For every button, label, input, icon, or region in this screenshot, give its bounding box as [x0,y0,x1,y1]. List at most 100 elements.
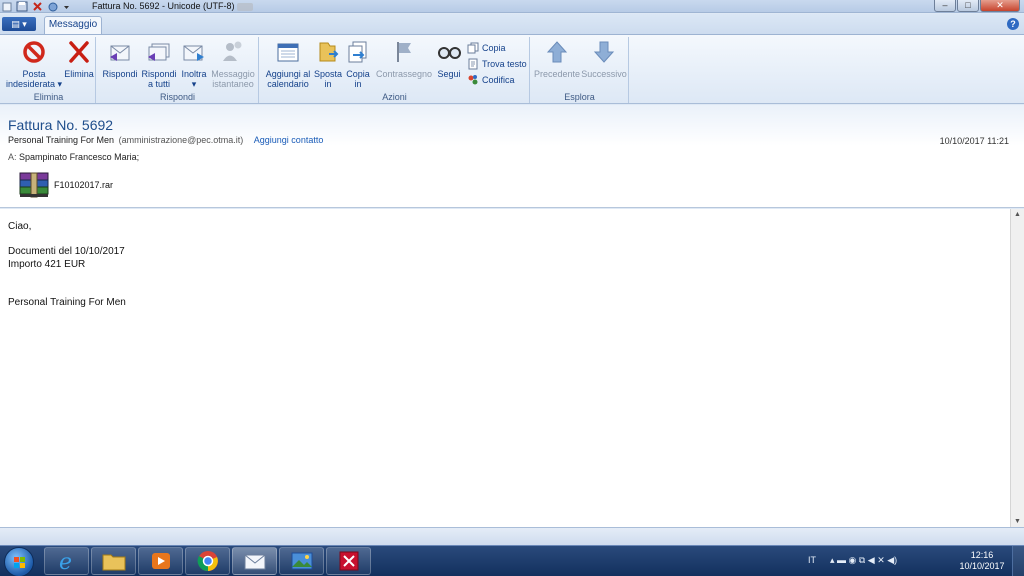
taskbar-chrome[interactable] [185,547,230,575]
reply-all-button[interactable]: Rispondi a tutti [139,39,179,89]
to-label: A: [8,152,17,162]
minimize-button[interactable]: – [934,0,956,12]
group-label-elimina: Elimina [33,92,64,102]
reply-button[interactable]: Rispondi [101,39,139,79]
glasses-icon [438,47,461,59]
ribbon-group-elimina: Posta indesiderata ▾ Elimina Elimina [2,37,96,103]
mail-icon [244,554,265,570]
find-text-button[interactable]: Trova testo [467,58,527,70]
ribbon: Posta indesiderata ▾ Elimina Elimina Ris… [0,34,1024,104]
photo-viewer-icon [291,552,312,570]
taskbar-windows-mail[interactable] [232,547,277,575]
show-desktop-button[interactable] [1012,546,1024,576]
file-menu-button[interactable]: ▤ ▾ [2,17,36,31]
vertical-scrollbar[interactable]: ▲ ▼ [1010,209,1024,527]
arrow-down-icon [593,41,615,63]
attachment-name[interactable]: F10102017.rar [54,180,113,190]
move-folder-icon [319,42,339,62]
chrome-icon [197,551,218,572]
taskbar-media-player[interactable] [138,547,183,575]
move-to-button[interactable]: Sposta in [314,39,342,89]
start-button[interactable] [4,547,34,576]
delete-button[interactable]: Elimina [62,39,96,79]
body-signature: Personal Training For Men [8,297,126,308]
help-button[interactable]: ? [1007,18,1019,30]
copy-to-icon [348,41,367,63]
attachment[interactable]: F10102017.rar [17,171,113,199]
app-icon [339,551,358,571]
previous-button[interactable]: Precedente [533,39,581,79]
encoding-icon [468,75,478,85]
add-contact-link[interactable]: Aggiungi contatto [254,135,324,145]
ribbon-tab-row: ▤ ▾ Messaggio ? [0,14,1024,34]
chevron-down-icon[interactable] [63,1,70,12]
find-text-icon [468,58,478,70]
flag-button[interactable]: Contrassegno [376,39,432,79]
delete-icon[interactable] [32,1,43,12]
title-bar: Fattura No. 5692 - Unicode (UTF-8) – □ ✕ [0,0,1024,13]
arrow-up-icon [546,41,568,63]
clock-date: 10/10/2017 [959,561,1005,571]
copy-button[interactable]: Copia [467,42,506,54]
taskbar-photo-viewer[interactable] [279,547,324,575]
window-controls: – □ ✕ [934,0,1020,12]
scroll-up-icon[interactable]: ▲ [1014,211,1021,218]
next-button[interactable]: Successivo [581,39,627,79]
ribbon-group-azioni: Aggiungi al calendario Sposta in Copia i… [260,37,530,103]
taskbar-app[interactable] [326,547,371,575]
language-indicator[interactable]: IT [808,555,816,565]
forward-button[interactable]: Inoltra ▾ [177,39,211,89]
sender-name[interactable]: Personal Training For Men [8,135,114,145]
rar-archive-icon [19,172,49,198]
follow-button[interactable]: Segui [434,39,464,79]
ribbon-group-esplora: Precedente Successivo Esplora [531,37,629,103]
taskbar-clock[interactable]: 12:16 10/10/2017 [955,550,1009,572]
message-date: 10/10/2017 11:21 [939,136,1009,146]
svg-text:e: e [59,550,72,572]
encoding-button[interactable]: Codifica [467,74,515,86]
window-title: Fattura No. 5692 - Unicode (UTF-8) [92,0,253,12]
body-line-documents: Documenti del 10/10/2017 [8,246,125,257]
delete-x-icon [69,41,89,63]
group-label-azioni: Azioni [382,92,407,102]
message-subject: Fattura No. 5692 [8,117,114,133]
calendar-icon [277,43,299,62]
instant-message-icon [223,41,242,61]
status-bar [0,527,1024,545]
windows-logo-icon [14,557,25,568]
close-button[interactable]: ✕ [980,0,1020,12]
group-label-rispondi: Rispondi [159,92,196,102]
message-sender: Personal Training For Men (amministrazio… [8,135,323,145]
folder-icon [102,554,125,571]
junk-mail-icon [23,41,45,63]
recipient-name[interactable]: Spampinato Francesco Maria; [19,152,139,162]
reply-all-icon [148,43,170,61]
app-menu-icon[interactable] [2,2,12,12]
media-player-icon [151,553,170,569]
tab-messaggio[interactable]: Messaggio [44,16,102,34]
sender-email: (amministrazione@pec.otma.it) [118,135,244,145]
group-label-esplora: Esplora [564,92,595,102]
taskbar: e IT ▴ ▬ ◉ ⧉ ◀ ✕ ◀) 12:16 10/10/2017 [0,545,1024,576]
taskbar-internet-explorer[interactable]: e [44,547,89,575]
copy-icon [467,42,479,54]
system-tray-icons[interactable]: ▴ ▬ ◉ ⧉ ◀ ✕ ◀) [830,555,897,566]
clock-time: 12:16 [970,550,994,560]
copy-to-button[interactable]: Copia in [344,39,372,89]
instant-message-button[interactable]: Messaggio istantaneo [209,39,257,89]
undo-icon[interactable] [47,1,59,12]
add-to-calendar-button[interactable]: Aggiungi al calendario [264,39,312,89]
body-line-amount: Importo 421 EUR [8,259,86,270]
scroll-down-icon[interactable]: ▼ [1014,518,1021,525]
maximize-button[interactable]: □ [957,0,979,12]
message-header: Fattura No. 5692 Personal Training For M… [0,105,1024,208]
forward-icon [183,45,204,61]
flag-icon [397,42,411,62]
body-greeting: Ciao, [8,221,32,232]
junk-mail-button[interactable]: Posta indesiderata ▾ [4,39,64,89]
quick-access-toolbar [0,0,70,13]
save-icon[interactable] [16,1,28,12]
internet-explorer-icon: e [59,550,72,572]
message-body: Ciao, Documenti del 10/10/2017 Importo 4… [0,209,1010,527]
taskbar-file-explorer[interactable] [91,547,136,575]
